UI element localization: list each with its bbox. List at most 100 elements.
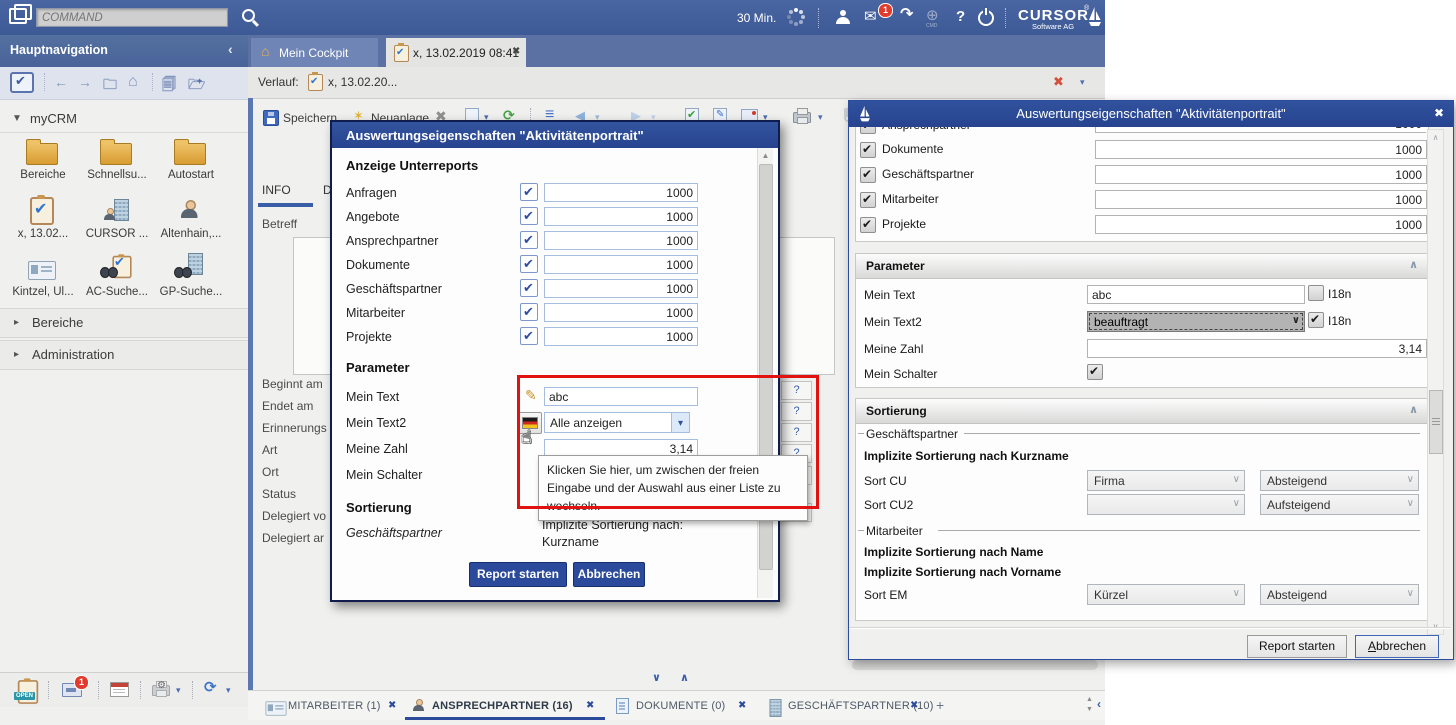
save-icon[interactable] bbox=[263, 110, 279, 126]
folder-up-icon[interactable]: 🗀 bbox=[103, 74, 117, 98]
add-subtab-button[interactable]: + bbox=[936, 697, 944, 713]
mein-schalter-checkbox[interactable] bbox=[1087, 364, 1103, 380]
search-icon[interactable] bbox=[242, 9, 255, 22]
mein-text2-dropdown[interactable]: beauftragt ∨ bbox=[1087, 311, 1305, 332]
scroll-down-icon[interactable]: ▼ bbox=[1086, 706, 1093, 713]
dialog-titlebar[interactable]: Auswertungseigenschaften "Aktivitätenpor… bbox=[332, 122, 778, 148]
subreport-checkbox[interactable] bbox=[520, 303, 538, 321]
parameter-group-header[interactable]: Parameter ∧ bbox=[856, 254, 1428, 279]
scrollbar-thumb[interactable] bbox=[1429, 390, 1443, 454]
sort-group-header[interactable]: Sortierung ∧ bbox=[856, 399, 1428, 424]
forward-icon[interactable]: → bbox=[78, 74, 92, 90]
subreport-checkbox[interactable] bbox=[520, 207, 538, 225]
subreport-limit-input[interactable] bbox=[544, 255, 698, 274]
calendar-icon[interactable] bbox=[110, 682, 129, 697]
report-start-button[interactable]: Report starten bbox=[1247, 635, 1347, 658]
checklist-button[interactable]: ✔ bbox=[10, 72, 34, 93]
history-item[interactable]: x, 13.02.20... bbox=[328, 75, 397, 89]
subtab-mitarbeiter[interactable]: MITARBEITER (1) bbox=[288, 700, 381, 712]
sort-em-direction-dropdown[interactable]: Absteigend∨ bbox=[1260, 584, 1419, 605]
collapse-icon[interactable]: ∧ bbox=[1409, 403, 1418, 416]
subreport-checkbox[interactable] bbox=[520, 327, 538, 345]
subreport-checkbox[interactable] bbox=[860, 142, 876, 158]
subreport-limit-input[interactable] bbox=[544, 303, 698, 322]
window-scrollbar[interactable]: ∧ ∨ bbox=[1427, 129, 1444, 635]
collapse-down-icon[interactable]: ∨ bbox=[652, 671, 661, 684]
sort-em-field-dropdown[interactable]: Kürzel∨ bbox=[1087, 584, 1245, 605]
chevron-down-icon[interactable]: ▾ bbox=[226, 685, 231, 696]
sort-cu2-direction-dropdown[interactable]: Aufsteigend∨ bbox=[1260, 494, 1419, 515]
inbox-icon[interactable]: ✉ bbox=[864, 9, 877, 24]
sidebar-section-mycrm[interactable]: ▼ myCRM bbox=[0, 104, 248, 133]
dialog-scrollbar[interactable]: ▲ bbox=[757, 148, 773, 598]
cancel-button[interactable]: Abbrechen bbox=[573, 562, 645, 587]
close-subtab-icon[interactable]: ✖ bbox=[388, 700, 396, 711]
help-icon[interactable]: ? bbox=[956, 8, 965, 25]
subreport-checkbox[interactable] bbox=[860, 167, 876, 183]
subreport-limit-input[interactable] bbox=[1095, 127, 1426, 133]
subreport-limit-input[interactable] bbox=[544, 279, 698, 298]
subreport-checkbox[interactable] bbox=[860, 217, 876, 233]
meine-zahl-input[interactable] bbox=[1087, 339, 1427, 358]
home-icon[interactable]: ⌂ bbox=[128, 73, 138, 91]
sort-cu2-field-dropdown[interactable]: ∨ bbox=[1087, 494, 1245, 515]
subreport-checkbox[interactable] bbox=[520, 279, 538, 297]
close-subtab-icon[interactable]: ✖ bbox=[586, 700, 594, 711]
collapse-icon[interactable]: ∧ bbox=[1409, 258, 1418, 271]
tab-mein-cockpit[interactable]: ⌂ Mein Cockpit bbox=[251, 38, 378, 67]
sidebar-section-bereiche[interactable]: ▸ Bereiche bbox=[0, 308, 248, 338]
subreport-limit-input[interactable] bbox=[1095, 140, 1427, 159]
i18n-checkbox[interactable] bbox=[1308, 312, 1324, 328]
save-button[interactable]: Speichern bbox=[283, 111, 337, 125]
subreport-limit-input[interactable] bbox=[1095, 215, 1427, 234]
subreport-limit-input[interactable] bbox=[544, 231, 698, 250]
cancel-button[interactable]: Abbrechen bbox=[1355, 635, 1439, 658]
window-titlebar[interactable]: Auswertungseigenschaften "Aktivitätenpor… bbox=[849, 101, 1453, 127]
refresh-icon[interactable]: ⟳ bbox=[204, 680, 217, 695]
tab-record[interactable]: x, 13.02.2019 08:41 ✖ bbox=[386, 38, 526, 67]
subtab-ansprechpartner[interactable]: ANSPRECHPARTNER (16) bbox=[432, 700, 573, 712]
print-icon[interactable] bbox=[793, 112, 811, 123]
subreport-checkbox[interactable] bbox=[520, 255, 538, 273]
redo-icon[interactable]: ↷ bbox=[900, 7, 913, 23]
power-icon[interactable] bbox=[978, 10, 994, 26]
back-icon[interactable]: ← bbox=[54, 74, 68, 90]
expand-left-icon[interactable]: ‹ bbox=[1097, 697, 1101, 711]
subreport-checkbox[interactable] bbox=[860, 127, 876, 134]
scroll-up-icon[interactable]: ▲ bbox=[1086, 696, 1093, 703]
scroll-up-icon[interactable]: ∧ bbox=[1428, 133, 1443, 142]
sort-cu-field-dropdown[interactable]: Firma∨ bbox=[1087, 470, 1245, 491]
add-folder-icon[interactable]: 🗁+ bbox=[188, 74, 205, 98]
mein-text-input[interactable] bbox=[1087, 285, 1305, 304]
i18n-checkbox[interactable] bbox=[1308, 285, 1324, 301]
collapse-up-icon[interactable]: ∧ bbox=[680, 671, 689, 684]
user-icon[interactable] bbox=[836, 10, 850, 24]
scroll-up-icon[interactable]: ▲ bbox=[758, 151, 773, 160]
chevron-down-icon[interactable]: ▾ bbox=[176, 685, 181, 696]
subreport-limit-input[interactable] bbox=[1095, 165, 1427, 184]
horizontal-scrollbar[interactable] bbox=[852, 660, 1098, 670]
close-window-icon[interactable]: ✖ bbox=[1434, 106, 1444, 120]
subtab-dokumente[interactable]: DOKUMENTE (0) bbox=[636, 700, 725, 712]
subreport-limit-input[interactable] bbox=[544, 183, 698, 202]
report-start-button[interactable]: Report starten bbox=[469, 562, 567, 587]
subreport-limit-input[interactable] bbox=[544, 207, 698, 226]
subreport-checkbox[interactable] bbox=[520, 231, 538, 249]
close-tab-icon[interactable]: ✖ bbox=[512, 46, 520, 57]
close-history-icon[interactable]: ✖ bbox=[1053, 74, 1064, 90]
field-label: Beginnt am bbox=[262, 377, 323, 391]
close-subtab-icon[interactable]: ✖ bbox=[738, 700, 746, 711]
subreport-limit-input[interactable] bbox=[544, 327, 698, 346]
sort-cu-direction-dropdown[interactable]: Absteigend∨ bbox=[1260, 470, 1419, 491]
close-subtab-icon[interactable]: ✖ bbox=[910, 700, 918, 711]
sidebar-collapse-icon[interactable]: ‹ bbox=[228, 41, 233, 57]
subreport-checkbox[interactable] bbox=[860, 192, 876, 208]
subreport-limit-input[interactable] bbox=[1095, 190, 1427, 209]
clipboard-icon[interactable]: 🗐 bbox=[162, 74, 176, 98]
sidebar-section-administration[interactable]: ▸ Administration bbox=[0, 340, 248, 370]
command-input[interactable] bbox=[36, 8, 228, 27]
chevron-down-icon[interactable]: ▾ bbox=[1080, 77, 1085, 88]
subreport-checkbox[interactable] bbox=[520, 183, 538, 201]
chevron-down-icon[interactable]: ▾ bbox=[818, 112, 823, 123]
tab-info[interactable]: INFO bbox=[262, 183, 291, 197]
